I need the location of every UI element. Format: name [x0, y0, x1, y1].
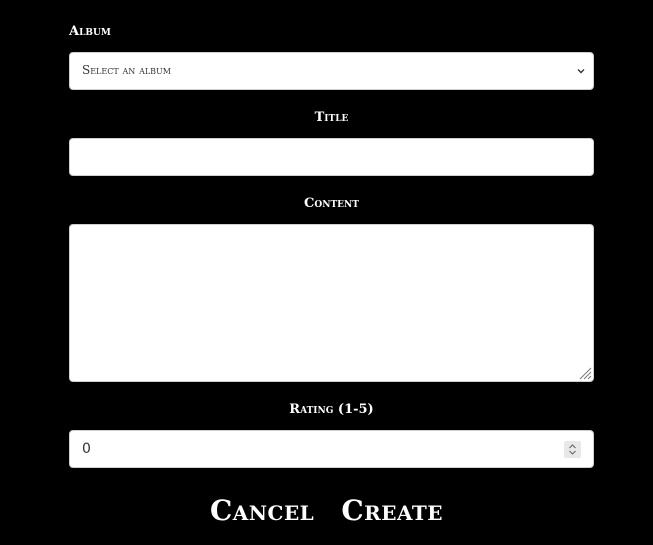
- resize-handle-icon[interactable]: [578, 366, 592, 380]
- number-spinner-icon[interactable]: [564, 441, 581, 458]
- cancel-button[interactable]: Cancel: [210, 494, 314, 527]
- chevron-down-icon: [577, 69, 585, 74]
- rating-label: Rating (1-5): [289, 402, 374, 417]
- form-actions: Cancel Create: [0, 494, 653, 527]
- album-select-value: Select an album: [82, 63, 171, 77]
- title-label: Title: [314, 110, 349, 125]
- create-button[interactable]: Create: [341, 494, 443, 527]
- rating-input-value: 0: [82, 441, 91, 457]
- content-label: Content: [304, 196, 359, 211]
- content-textarea[interactable]: [69, 224, 594, 382]
- album-label: Album: [69, 24, 111, 39]
- title-input[interactable]: [69, 138, 594, 176]
- album-select[interactable]: Select an album: [69, 52, 594, 90]
- rating-input[interactable]: 0: [69, 430, 594, 468]
